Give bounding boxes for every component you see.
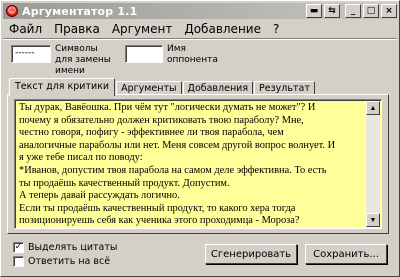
generate-button[interactable]: Сгенерировать xyxy=(205,244,297,264)
close-button[interactable]: × xyxy=(381,4,397,18)
menu-argument[interactable]: Аргумент xyxy=(106,22,179,36)
tab-panel: Ты дурак, Вавёошка. При чём тут "логичес… xyxy=(7,94,389,234)
text-line: аналогичные параболы или нет. Меня совсе… xyxy=(19,139,336,151)
highlight-quotes-label: Выделять цитаты xyxy=(28,242,118,253)
window-title: Аргументатор 1.1 xyxy=(22,4,138,18)
answer-all-option[interactable]: Ответить на всё xyxy=(13,256,110,267)
opponent-name-input[interactable] xyxy=(125,45,163,63)
menu-edit[interactable]: Правка xyxy=(48,22,106,36)
opponent-name-label: Имя оппонента xyxy=(167,44,218,65)
text-line: я уже тебе писал по поводу: xyxy=(19,152,143,164)
text-line: *Иванов, допустим твоя парабола на самом… xyxy=(19,164,327,176)
maximize-button[interactable]: □ xyxy=(363,4,379,18)
answer-all-label: Ответить на всё xyxy=(28,256,111,267)
menu-bar: Файл Правка Аргумент Добавление ? xyxy=(3,20,397,38)
text-line: почему я обязательно должен критиковать … xyxy=(19,114,304,126)
save-button[interactable]: Сохранить... xyxy=(305,244,387,264)
text-line: позиционируешь себя как ученика этого пр… xyxy=(19,215,300,227)
text-line: А теперь давай рассуждать логично. xyxy=(19,190,180,202)
scroll-up-icon[interactable]: ▲ xyxy=(366,101,380,115)
rollup-icon[interactable]: ▬ xyxy=(306,4,322,18)
minimize-button[interactable]: _ xyxy=(345,4,361,18)
text-line: честно говоря, пофигу - эффективнее ли т… xyxy=(19,127,284,139)
app-icon[interactable]: ☺ xyxy=(6,5,18,17)
text-line: Если ты продаёшь качественный продукт, т… xyxy=(19,202,296,214)
move-desktop-icon[interactable]: ⇆ xyxy=(324,4,340,18)
highlight-quotes-checkbox[interactable]: ✓ xyxy=(13,242,24,253)
menu-file[interactable]: Файл xyxy=(3,22,48,36)
name-symbols-label: Символы для замены имени xyxy=(55,44,111,76)
answer-all-checkbox[interactable] xyxy=(13,256,24,267)
critique-text-area[interactable]: Ты дурак, Вавёошка. При чём тут "логичес… xyxy=(14,99,382,229)
menu-divider xyxy=(3,38,397,40)
name-symbols-input[interactable]: ------ xyxy=(11,45,51,63)
menu-addition[interactable]: Добавление xyxy=(178,22,267,36)
text-line: Ты дурак, Вавёошка. При чём тут "логичес… xyxy=(19,102,316,113)
text-line: ты продаёшь качественный продукт. Допуст… xyxy=(19,177,230,189)
highlight-quotes-option[interactable]: ✓ Выделять цитаты xyxy=(13,242,117,253)
title-bar[interactable]: ☺ Аргументатор 1.1 ▬ ⇆ _ □ × xyxy=(3,3,397,19)
app-window: ☺ Аргументатор 1.1 ▬ ⇆ _ □ × Файл Правка… xyxy=(0,0,400,277)
vertical-scrollbar[interactable]: ▲ ▼ xyxy=(366,101,380,227)
scroll-down-icon[interactable]: ▼ xyxy=(366,213,380,227)
tab-text-for-critique[interactable]: Текст для критики xyxy=(9,78,116,96)
menu-help[interactable]: ? xyxy=(267,22,285,36)
